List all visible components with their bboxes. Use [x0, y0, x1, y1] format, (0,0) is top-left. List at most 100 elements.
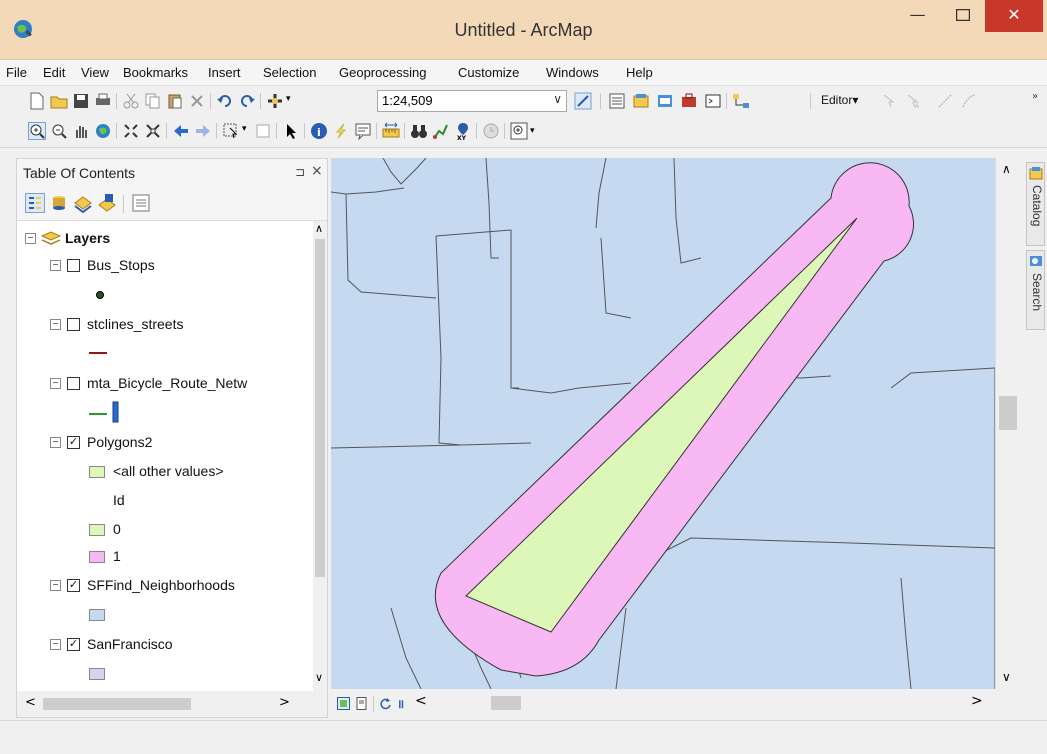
layer-visibility-checkbox[interactable]	[67, 259, 80, 272]
toc-vertical-scrollbar[interactable]: ∧ ∨	[313, 221, 327, 691]
forward-arrow-icon[interactable]	[194, 122, 212, 140]
pin-icon[interactable]: ⊐	[295, 165, 305, 179]
scroll-left-icon[interactable]: <	[415, 693, 427, 709]
trace-icon[interactable]	[960, 92, 978, 110]
fixed-zoom-in-icon[interactable]	[122, 122, 140, 140]
collapse-icon[interactable]: −	[50, 319, 61, 330]
data-view-icon[interactable]	[337, 697, 350, 710]
hyperlink-icon[interactable]	[332, 122, 350, 140]
map-vertical-scrollbar[interactable]: ∧ ∨	[995, 158, 1019, 689]
undo-icon[interactable]	[216, 92, 234, 110]
map-scale-combobox[interactable]: 1:24,509 ∨	[377, 90, 567, 112]
minimize-button[interactable]: —	[895, 0, 940, 32]
table-of-contents-icon[interactable]	[608, 92, 626, 110]
scroll-thumb[interactable]	[43, 698, 191, 710]
menu-windows[interactable]: Windows	[546, 65, 599, 80]
collapse-icon[interactable]: −	[50, 639, 61, 650]
layer-row-sanfrancisco[interactable]: − ✓ SanFrancisco	[17, 635, 313, 655]
collapse-icon[interactable]: −	[50, 437, 61, 448]
scroll-up-icon[interactable]: ∧	[1002, 162, 1011, 176]
go-to-xy-icon[interactable]: XY	[454, 122, 472, 140]
scroll-up-icon[interactable]: ∧	[315, 222, 323, 235]
list-by-drawing-order-icon[interactable]	[25, 193, 45, 213]
toolbar-overflow-icon[interactable]: ▾	[530, 126, 535, 136]
layer-visibility-checkbox[interactable]	[67, 318, 80, 331]
menu-customize[interactable]: Customize	[458, 65, 519, 80]
menu-bookmarks[interactable]: Bookmarks	[123, 65, 188, 80]
pan-hand-icon[interactable]	[72, 122, 90, 140]
search-window-icon[interactable]	[656, 92, 674, 110]
pause-drawing-icon[interactable]: ॥	[397, 695, 404, 712]
menu-help[interactable]: Help	[626, 65, 653, 80]
python-window-icon[interactable]	[704, 92, 722, 110]
delete-icon[interactable]	[188, 92, 206, 110]
layer-visibility-checkbox[interactable]: ✓	[67, 436, 80, 449]
select-features-icon[interactable]	[222, 122, 240, 140]
maximize-button[interactable]	[940, 0, 985, 32]
options-icon[interactable]	[131, 193, 151, 213]
editor-toolbar-icon[interactable]	[574, 92, 592, 110]
scroll-thumb[interactable]	[315, 239, 325, 577]
open-folder-icon[interactable]	[50, 92, 68, 110]
catalog-icon[interactable]	[632, 92, 650, 110]
fixed-zoom-out-icon[interactable]	[144, 122, 162, 140]
full-extent-globe-icon[interactable]	[94, 122, 112, 140]
collapse-icon[interactable]: −	[50, 378, 61, 389]
time-slider-icon[interactable]	[482, 122, 500, 140]
layer-visibility-checkbox[interactable]: ✓	[67, 579, 80, 592]
collapse-icon[interactable]: −	[50, 580, 61, 591]
back-arrow-icon[interactable]	[172, 122, 190, 140]
select-elements-arrow-icon[interactable]	[282, 122, 300, 140]
add-data-dropdown-icon[interactable]: ▾	[286, 94, 291, 104]
new-document-icon[interactable]	[28, 92, 46, 110]
zoom-out-icon[interactable]	[50, 122, 68, 140]
save-icon[interactable]	[72, 92, 90, 110]
scroll-thumb[interactable]	[491, 696, 521, 710]
list-by-source-icon[interactable]	[49, 193, 69, 213]
toolbar-overflow-icon[interactable]: »	[1032, 91, 1038, 102]
catalog-tab[interactable]: Catalog	[1026, 162, 1045, 246]
clear-selection-icon[interactable]	[254, 122, 272, 140]
arctoolbox-icon[interactable]	[680, 92, 698, 110]
layer-visibility-checkbox[interactable]: ✓	[67, 638, 80, 651]
menu-selection[interactable]: Selection	[263, 65, 316, 80]
layers-root-row[interactable]: − Layers	[17, 229, 313, 249]
menu-view[interactable]: View	[81, 65, 109, 80]
scroll-right-icon[interactable]: >	[971, 693, 983, 709]
menu-insert[interactable]: Insert	[208, 65, 241, 80]
collapse-icon[interactable]: −	[25, 233, 36, 244]
print-icon[interactable]	[94, 92, 112, 110]
map-display[interactable]	[331, 158, 995, 689]
redo-icon[interactable]	[238, 92, 256, 110]
collapse-icon[interactable]: −	[50, 260, 61, 271]
find-binoculars-icon[interactable]	[410, 122, 428, 140]
find-route-icon[interactable]	[432, 122, 450, 140]
edit-tool-icon[interactable]	[880, 92, 898, 110]
list-by-visibility-icon[interactable]	[73, 193, 93, 213]
select-dropdown-icon[interactable]: ▾	[242, 124, 247, 134]
layer-row-bus-stops[interactable]: − Bus_Stops	[17, 256, 313, 276]
menu-geoprocessing[interactable]: Geoprocessing	[339, 65, 426, 80]
scroll-thumb[interactable]	[999, 396, 1017, 430]
copy-icon[interactable]	[144, 92, 162, 110]
measure-icon[interactable]	[382, 122, 400, 140]
close-button[interactable]: ✕	[985, 0, 1043, 32]
layer-row-stclines-streets[interactable]: − stclines_streets	[17, 315, 313, 335]
add-data-icon[interactable]	[266, 92, 284, 110]
search-tab[interactable]: Search	[1026, 250, 1045, 330]
layer-row-polygons2[interactable]: − ✓ Polygons2	[17, 433, 313, 453]
scroll-right-icon[interactable]: >	[279, 695, 290, 710]
scroll-down-icon[interactable]: ∨	[315, 671, 323, 684]
toc-horizontal-scrollbar[interactable]: < >	[17, 691, 327, 717]
menu-file[interactable]: File	[6, 65, 27, 80]
layout-view-icon[interactable]	[355, 697, 368, 710]
edit-annotation-icon[interactable]: A	[904, 92, 922, 110]
layer-visibility-checkbox[interactable]	[67, 377, 80, 390]
refresh-icon[interactable]	[379, 697, 392, 710]
cut-icon[interactable]	[122, 92, 140, 110]
list-by-selection-icon[interactable]	[97, 193, 117, 213]
editor-menu[interactable]: Editor▾	[821, 93, 858, 107]
chevron-down-icon[interactable]: ∨	[553, 92, 562, 106]
straight-segment-icon[interactable]	[936, 92, 954, 110]
scroll-down-icon[interactable]: ∨	[1002, 670, 1011, 684]
